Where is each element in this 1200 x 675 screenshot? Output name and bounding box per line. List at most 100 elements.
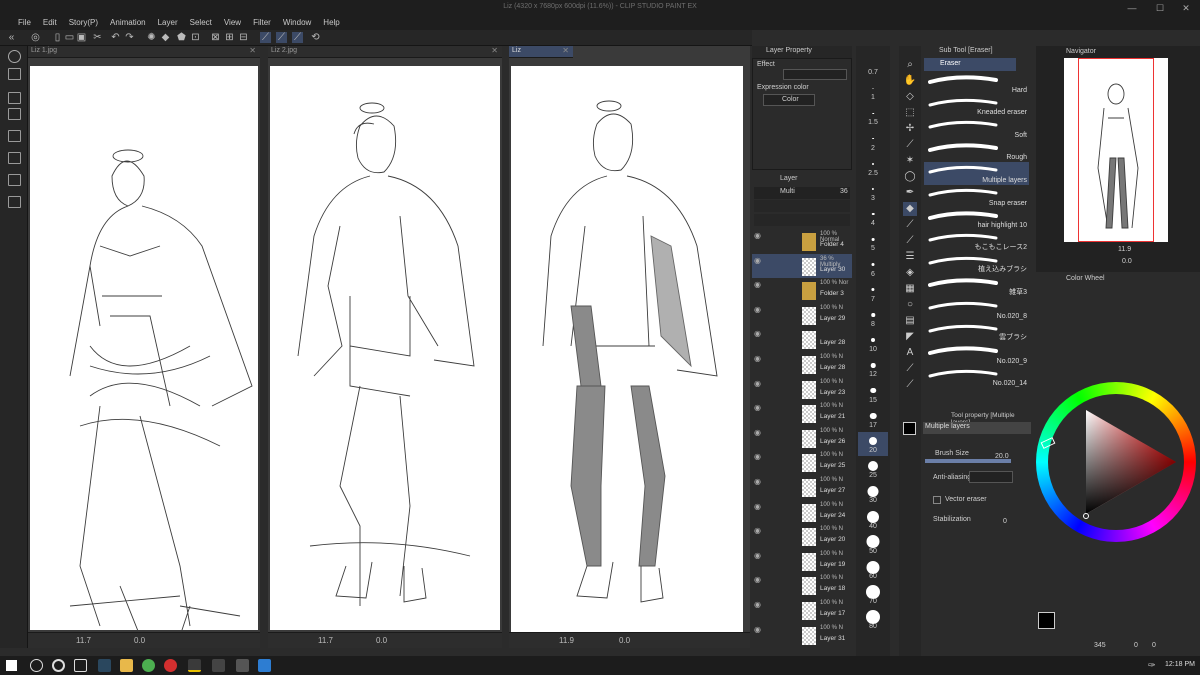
minimize-button[interactable]: — — [1118, 1, 1146, 15]
clear-icon[interactable]: ✺ — [146, 32, 157, 43]
eye-icon[interactable]: ◉ — [754, 354, 761, 363]
hand-tool-icon[interactable]: ✋ — [903, 74, 917, 88]
brush-item[interactable]: 雑草3 — [924, 275, 1029, 298]
file-explorer-icon[interactable] — [120, 659, 133, 672]
brush-item[interactable]: もこもこレース2 — [924, 230, 1029, 253]
layer-row[interactable]: ◉ 100 % N Layer 18 — [752, 573, 852, 597]
download-icon[interactable] — [8, 152, 21, 164]
layer-row[interactable]: ◉ 100 % N Layer 20 — [752, 524, 852, 548]
history-icon[interactable]: ⟲ — [310, 32, 321, 43]
airbrush-icon[interactable]: ⟋ — [903, 234, 917, 248]
search-icon[interactable] — [30, 659, 43, 672]
menu-window[interactable]: Window — [277, 16, 317, 30]
brush-size-option[interactable]: 50 — [858, 533, 888, 557]
cut-icon[interactable]: ✂ — [92, 32, 103, 43]
snap-grid-icon[interactable]: ⟋ — [292, 32, 303, 43]
eye-icon[interactable]: ◉ — [754, 280, 761, 289]
chrome-icon[interactable] — [142, 659, 155, 672]
brush-size-option[interactable]: 80 — [858, 608, 888, 632]
new-file-icon[interactable]: ▯ — [52, 32, 63, 43]
navigator-zoom[interactable]: 11.9 — [1118, 246, 1131, 253]
canvas-tab-2[interactable]: Liz 2.jpg ✕ — [268, 46, 502, 58]
selection-border-icon[interactable]: ⊟ — [238, 32, 249, 43]
menu-select[interactable]: Select — [184, 16, 218, 30]
rotate-value[interactable]: 0.0 — [619, 636, 630, 645]
menu-filter[interactable]: Filter — [247, 16, 277, 30]
canvas-tab-1[interactable]: Liz 1.jpg ✕ — [28, 46, 260, 58]
color-swatch-main[interactable] — [1038, 612, 1055, 629]
layer-row[interactable]: ◉ 100 % N Layer 23 — [752, 377, 852, 401]
figure-icon[interactable]: ○ — [903, 298, 917, 312]
fill-icon[interactable]: ◆ — [160, 32, 171, 43]
frame-icon[interactable]: ▤ — [903, 314, 917, 328]
brush-size-option[interactable]: 6 — [858, 256, 888, 280]
eye-icon[interactable]: ◉ — [754, 477, 761, 486]
close-icon[interactable]: ✕ — [562, 46, 569, 55]
saturation-triangle[interactable] — [1036, 382, 1196, 542]
brush-size-option[interactable]: 5 — [858, 230, 888, 254]
color-wheel-tab[interactable]: Color Wheel — [1066, 275, 1105, 282]
brush-item[interactable]: Hard — [924, 72, 1029, 95]
export-icon[interactable] — [8, 92, 21, 104]
task-view-icon[interactable] — [74, 659, 87, 672]
layer-row[interactable]: ◉ 36 % Multiply Layer 30 — [752, 253, 852, 278]
zoom-value[interactable]: 11.9 — [559, 636, 574, 645]
brush-size-option[interactable]: 2 — [858, 130, 888, 154]
app-icon-2[interactable] — [258, 659, 271, 672]
rotate-value[interactable]: 0.0 — [376, 636, 387, 645]
menu-animation[interactable]: Animation — [104, 16, 152, 30]
operation-tool-icon[interactable]: ⬚ — [903, 106, 917, 120]
layer-row[interactable]: ◉ 100 % N Layer 19 — [752, 549, 852, 573]
brush-item[interactable]: Soft — [924, 117, 1029, 140]
eye-icon[interactable]: ◉ — [754, 305, 761, 314]
vector-eraser-checkbox[interactable] — [933, 496, 941, 504]
layer-row[interactable]: ◉ 100 % Normal Folder 4 — [752, 229, 852, 253]
redo-icon[interactable]: ↷ — [124, 32, 135, 43]
brush-size-option[interactable]: 3 — [858, 180, 888, 204]
close-icon[interactable]: ✕ — [249, 46, 256, 55]
eraser-active-icon[interactable]: ◆ — [903, 202, 917, 216]
brush-size-option[interactable]: 7 — [858, 281, 888, 305]
brush-item[interactable]: 雲ブラシ — [924, 321, 1029, 344]
search-icon[interactable] — [8, 50, 21, 63]
brush-item[interactable]: Snap eraser — [924, 185, 1029, 208]
menu-edit[interactable]: Edit — [37, 16, 63, 30]
effect-buttons[interactable] — [783, 69, 847, 80]
expression-color-select[interactable]: Color — [763, 94, 815, 106]
brush-size-value[interactable]: 20.0 — [995, 453, 1009, 460]
clip-studio-taskbar-icon[interactable] — [212, 659, 225, 672]
page-icon[interactable] — [8, 196, 21, 208]
brush-item[interactable]: hair highlight 10 — [924, 208, 1029, 231]
eye-icon[interactable]: ◉ — [754, 600, 761, 609]
zoom-value[interactable]: 11.7 — [76, 636, 91, 645]
menu-layer[interactable]: Layer — [152, 16, 184, 30]
text-tool-icon[interactable]: A — [903, 346, 917, 360]
brush-size-option[interactable]: 1.5 — [858, 104, 888, 128]
eye-icon[interactable]: ◉ — [754, 526, 761, 535]
layer-row[interactable]: ◉ 100 % N Layer 28 — [752, 352, 852, 376]
menu-file[interactable]: File — [12, 16, 37, 30]
layer-row[interactable]: ◉ 100 % N Layer 17 — [752, 598, 852, 622]
canvas-tab-3[interactable]: Liz ✕ — [509, 46, 573, 58]
zoom-value[interactable]: 11.7 — [318, 636, 333, 645]
opacity-value[interactable]: 36 — [840, 188, 848, 195]
eye-icon[interactable]: ◉ — [754, 231, 761, 240]
fill-tool-icon[interactable]: ◈ — [903, 266, 917, 280]
brush-item[interactable]: No.020_9 — [924, 343, 1029, 366]
brush-item[interactable]: 植え込みブラシ — [924, 253, 1029, 276]
maximize-button[interactable]: ☐ — [1146, 1, 1174, 15]
brush-item[interactable]: Rough — [924, 140, 1029, 163]
camera-icon[interactable] — [8, 130, 21, 142]
eye-icon[interactable]: ◉ — [754, 575, 761, 584]
steam-icon[interactable] — [98, 659, 111, 672]
download-icon-2[interactable] — [8, 174, 21, 186]
save-icon[interactable]: ▣ — [76, 32, 87, 43]
navigator-rotate[interactable]: 0.0 — [1122, 258, 1132, 265]
brush-size-option[interactable]: 25 — [858, 457, 888, 481]
canvas-paper-2[interactable] — [270, 66, 500, 630]
eyedropper-icon[interactable]: ⟋ — [903, 138, 917, 152]
layer-row[interactable]: ◉ 100 % N Layer 29 — [752, 303, 852, 327]
cortana-icon[interactable] — [52, 659, 65, 672]
anti-aliasing-selector[interactable] — [969, 471, 1013, 483]
deselect-icon[interactable]: ⊠ — [210, 32, 221, 43]
